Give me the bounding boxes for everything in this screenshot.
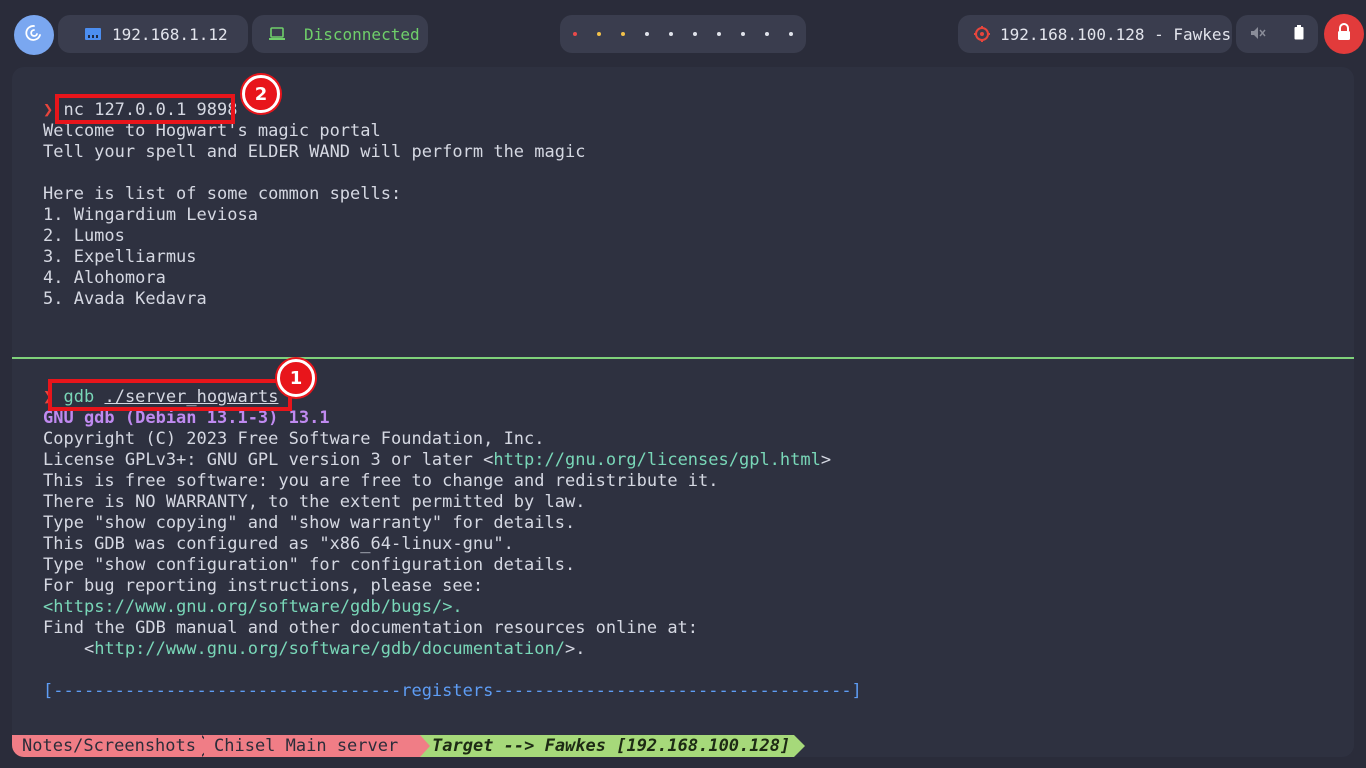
gdb-show-configuration: Type "show configuration" for configurat… xyxy=(43,555,576,575)
status-session: Chisel Main server xyxy=(204,735,420,757)
nc-output-line: 2. Lumos xyxy=(43,226,125,246)
terminal-window[interactable]: ❯ nc 127.0.0.1 9898 Welcome to Hogwart's… xyxy=(12,67,1354,757)
laptop-icon xyxy=(268,27,286,41)
gdb-bug-reporting: For bug reporting instructions, please s… xyxy=(43,576,484,596)
debian-swirl-icon xyxy=(23,22,45,48)
nc-output-line: 5. Avada Kedavra xyxy=(43,289,207,309)
ethernet-icon xyxy=(84,26,102,42)
workspace-dot-4[interactable] xyxy=(645,32,649,36)
workspace-dot-6[interactable] xyxy=(693,32,697,36)
workspace-dot-1[interactable] xyxy=(573,32,577,36)
nc-output-line: 3. Expelliarmus xyxy=(43,247,197,267)
status-path: Notes/Screenshots xyxy=(12,735,204,757)
workspace-dot-10[interactable] xyxy=(789,32,793,36)
gdb-registers-header: [----------------------------------regis… xyxy=(43,681,862,701)
top-bar: 192.168.1.12 Disconnected 192.168.100.12… xyxy=(0,0,1366,68)
tmux-status-line: Notes/Screenshots Chisel Main server Tar… xyxy=(12,735,1354,757)
gdb-find-manual: Find the GDB manual and other documentat… xyxy=(43,618,699,638)
gdb-title: GNU gdb (Debian 13.1-3) 13.1 xyxy=(43,408,330,428)
power-lock-button[interactable] xyxy=(1324,14,1364,54)
nc-output-line: 4. Alohomora xyxy=(43,268,166,288)
separator-arrow xyxy=(794,735,805,757)
workspace-dot-5[interactable] xyxy=(669,32,673,36)
workspace-dot-3[interactable] xyxy=(621,32,625,36)
workspace-dot-2[interactable] xyxy=(597,32,601,36)
battery-icon[interactable] xyxy=(1294,24,1304,44)
gdb-doc-link-line: <http://www.gnu.org/software/gdb/documen… xyxy=(43,639,586,659)
bugs-url[interactable]: https://www.gnu.org/software/gdb/bugs/ xyxy=(53,597,442,617)
license-url[interactable]: http://gnu.org/licenses/gpl.html xyxy=(493,450,821,470)
terminal-pane-top[interactable]: ❯ nc 127.0.0.1 9898 Welcome to Hogwart's… xyxy=(12,67,1354,357)
lock-icon xyxy=(1336,23,1352,45)
workspace-dot-7[interactable] xyxy=(717,32,721,36)
vpn-status-text: Disconnected xyxy=(304,24,420,44)
debian-logo-button[interactable] xyxy=(14,15,54,55)
annotation-badge-2: 2 xyxy=(242,75,280,113)
highlight-box-gdb-command xyxy=(48,379,292,411)
documentation-url[interactable]: http://www.gnu.org/software/gdb/document… xyxy=(94,639,565,659)
target-text: 192.168.100.128 - Fawkes xyxy=(1000,24,1232,44)
local-ip-text: 192.168.1.12 xyxy=(112,24,228,44)
workspace-dot-8[interactable] xyxy=(741,32,745,36)
gdb-free-software: This is free software: you are free to c… xyxy=(43,471,719,491)
gdb-configured: This GDB was configured as "x86_64-linux… xyxy=(43,534,514,554)
gdb-license: License GPLv3+: GNU GPL version 3 or lat… xyxy=(43,450,832,470)
workspace-dots xyxy=(563,32,803,36)
gdb-copyright: Copyright (C) 2023 Free Software Foundat… xyxy=(43,429,545,449)
gdb-warranty: There is NO WARRANTY, to the extent perm… xyxy=(43,492,586,512)
prompt-symbol: ❯ xyxy=(43,100,54,120)
gdb-bugs-link-line: <https://www.gnu.org/software/gdb/bugs/>… xyxy=(43,597,463,617)
nc-output-line: Here is list of some common spells: xyxy=(43,184,402,204)
terminal-pane-bottom[interactable]: ❯ gdb ./server_hogwarts GNU gdb (Debian … xyxy=(12,359,1354,729)
system-tray xyxy=(1236,15,1318,53)
volume-muted-icon[interactable] xyxy=(1250,25,1266,44)
nc-output-line: 1. Wingardium Leviosa xyxy=(43,205,258,225)
nc-output-line: Welcome to Hogwart's magic portal xyxy=(43,121,381,141)
gdb-show-copying: Type "show copying" and "show warranty" … xyxy=(43,513,576,533)
nc-output-line: Tell your spell and ELDER WAND will perf… xyxy=(43,142,586,162)
status-target: Target --> Fawkes [192.168.100.128] xyxy=(420,735,794,757)
separator-arrow xyxy=(420,735,430,757)
target-widget[interactable]: 192.168.100.128 - Fawkes xyxy=(958,15,1232,53)
annotation-badge-1: 1 xyxy=(277,359,315,397)
vpn-status-widget[interactable]: Disconnected xyxy=(252,15,428,53)
workspace-dot-9[interactable] xyxy=(765,32,769,36)
highlight-box-nc-command xyxy=(55,94,235,124)
crosshair-icon xyxy=(974,26,990,42)
workspace-switcher[interactable] xyxy=(560,15,806,53)
local-ip-widget[interactable]: 192.168.1.12 xyxy=(58,15,248,53)
